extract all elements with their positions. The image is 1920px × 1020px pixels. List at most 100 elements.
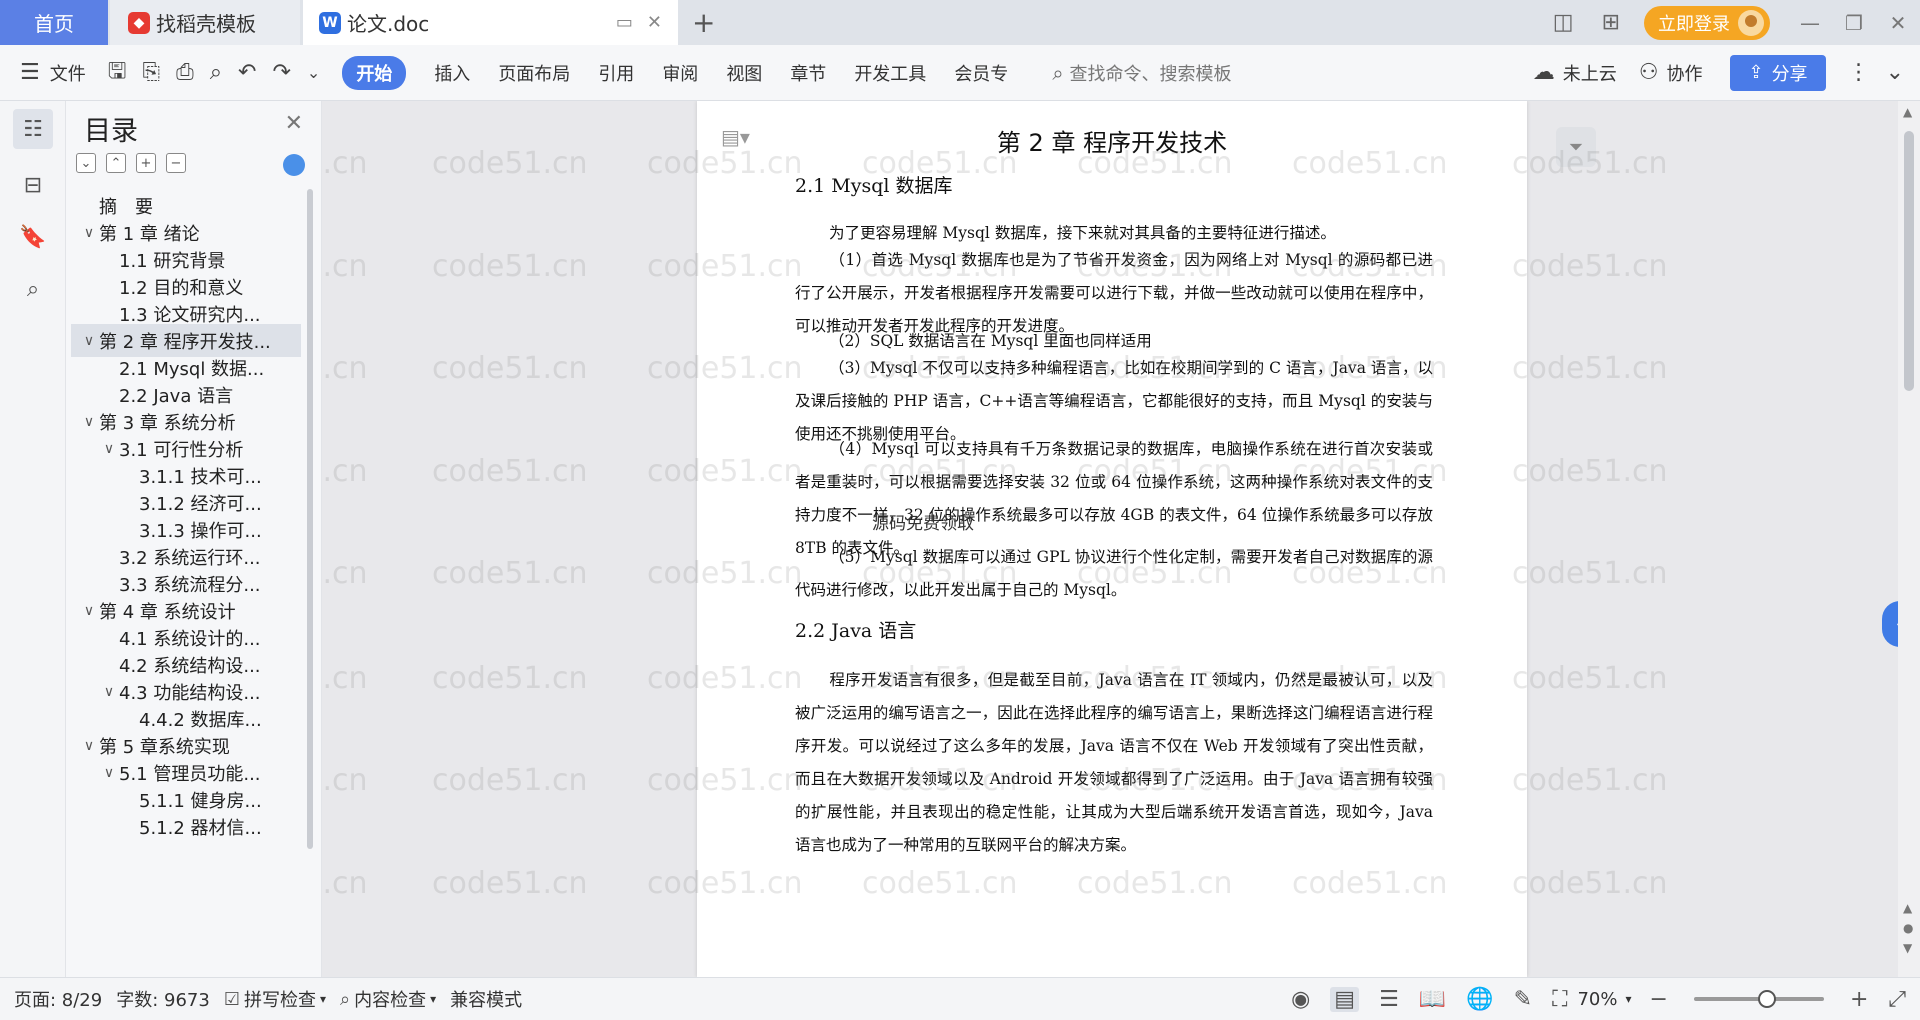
vertical-scrollbar[interactable]: ▲ ▲ ● ▼	[1898, 101, 1920, 977]
restore-icon[interactable]: ❐	[1832, 11, 1876, 35]
redo-icon[interactable]: ↷	[272, 60, 290, 85]
zoom-dropdown-icon[interactable]: ▾	[1625, 992, 1631, 1006]
scroll-thumb[interactable]	[1904, 131, 1914, 391]
fit-page-icon[interactable]: ⛶	[1552, 987, 1567, 1012]
save-icon[interactable]: 🖫	[108, 54, 127, 92]
tab-home[interactable]: 首页	[0, 0, 108, 45]
print-preview-icon[interactable]: ⌕	[210, 60, 222, 85]
login-button[interactable]: 立即登录	[1644, 5, 1770, 40]
file-menu[interactable]: 文件	[50, 60, 86, 86]
chevron-down-icon[interactable]: ∨	[79, 738, 99, 754]
toc-item[interactable]: 5.1.2 器材信...	[71, 810, 301, 843]
chevron-down-icon[interactable]: ∨	[79, 225, 99, 241]
close-window-icon[interactable]: ✕	[1876, 11, 1920, 35]
watermark: code51.cn	[432, 249, 588, 284]
toc-item-label: 第 1 章 绪论	[99, 223, 200, 245]
tab-member[interactable]: 会员专	[954, 60, 1008, 86]
tab-review[interactable]: 审阅	[662, 60, 698, 86]
zoom-slider-knob[interactable]	[1757, 990, 1776, 1008]
undo-icon[interactable]: ↶	[238, 60, 256, 85]
word-count[interactable]: 字数: 9673	[116, 986, 210, 1012]
collab-button[interactable]: 协作	[1666, 60, 1702, 86]
add-heading-icon[interactable]: +	[136, 153, 156, 173]
window-float-icon[interactable]: ▭	[616, 12, 633, 33]
zoom-out-icon[interactable]: −	[1650, 987, 1668, 1012]
next-page-icon[interactable]: ▼	[1903, 941, 1912, 955]
watermark: code51.cn	[322, 351, 368, 386]
tab-view[interactable]: 视图	[726, 60, 762, 86]
find-icon[interactable]: ⌕	[13, 269, 53, 309]
toc-item-label: 2.2 Java 语言	[119, 385, 234, 407]
tab-document[interactable]: W 论文.doc ▭ ✕	[303, 0, 678, 45]
watermark: code51.cn	[1512, 763, 1668, 798]
menu-icon[interactable]: ☰	[20, 60, 40, 85]
remove-heading-icon[interactable]: −	[166, 153, 186, 173]
document-page[interactable]: ▤▾ 第 2 章 程序开发技术 2.1 Mysql 数据库 为了更容易理解 My…	[697, 101, 1527, 977]
watermark: code51.cn	[432, 866, 588, 901]
tab-chapter[interactable]: 章节	[790, 60, 826, 86]
content-check-button[interactable]: ⌕ 内容检查 ▾	[340, 986, 436, 1012]
tab-references[interactable]: 引用	[598, 60, 634, 86]
document-canvas: ▤▾ 第 2 章 程序开发技术 2.1 Mysql 数据库 为了更容易理解 My…	[322, 101, 1898, 977]
page-indicator[interactable]: 页面: 8/29	[14, 986, 102, 1012]
ai-assistant-icon[interactable]	[283, 154, 305, 176]
tab-insert[interactable]: 插入	[434, 60, 470, 86]
cloud-status[interactable]: 未上云	[1563, 60, 1617, 86]
tab-page-layout[interactable]: 页面布局	[498, 60, 570, 86]
filter-icon[interactable]: ⏷	[1556, 127, 1596, 167]
chevron-down-icon[interactable]: ∨	[99, 441, 119, 457]
zoom-slider[interactable]	[1693, 990, 1824, 1008]
print-icon[interactable]: ⎙	[176, 60, 194, 85]
apps-grid-icon[interactable]: ⊞	[1602, 10, 1620, 35]
collapse-ribbon-icon[interactable]: ⌄	[1886, 60, 1904, 85]
wps-writer-icon: W	[319, 11, 341, 34]
zoom-in-icon[interactable]: +	[1850, 987, 1868, 1012]
expand-all-icon[interactable]: ⌄	[76, 153, 96, 173]
collapse-all-icon[interactable]: ⌃	[106, 153, 126, 173]
chevron-down-icon[interactable]: ∨	[79, 414, 99, 430]
quick-access-dropdown-icon[interactable]: ⌄	[307, 63, 320, 82]
watermark: code51.cn	[1512, 866, 1668, 901]
command-search[interactable]: ⌕ 查找命令、搜索模板	[1052, 60, 1332, 86]
outline-view-icon[interactable]: ☰	[1379, 987, 1399, 1012]
fullscreen-icon[interactable]: ⤢	[1888, 987, 1906, 1012]
new-tab-button[interactable]: +	[692, 6, 715, 39]
toc-item-label: 第 3 章 系统分析	[99, 412, 236, 434]
chevron-down-icon[interactable]: ∨	[79, 333, 99, 349]
reading-view-icon[interactable]: 📖	[1419, 987, 1446, 1012]
layout-icon[interactable]: ◫	[1553, 10, 1574, 35]
outline-icon[interactable]: ⊟	[13, 165, 53, 205]
eye-protection-icon[interactable]: ◉	[1291, 987, 1310, 1012]
tab-developer[interactable]: 开发工具	[854, 60, 926, 86]
toc-item-label: 3.1.2 经济可...	[139, 493, 262, 515]
close-icon[interactable]: ✕	[285, 111, 303, 136]
write-mode-icon[interactable]: ✎	[1514, 987, 1532, 1012]
spell-check-button[interactable]: ☑ 拼写检查 ▾	[224, 986, 326, 1012]
tab-start[interactable]: 开始	[342, 55, 407, 90]
toc-item-label: 3.1.1 技术可...	[139, 466, 262, 488]
share-button[interactable]: ⇪ 分享	[1730, 54, 1826, 91]
chevron-down-icon[interactable]: ∨	[79, 603, 99, 619]
web-view-icon[interactable]: 🌐	[1466, 987, 1493, 1012]
toc-item-label: 4.4.2 数据库...	[139, 709, 262, 731]
chevron-left-icon[interactable]: ‹	[1882, 601, 1898, 647]
close-tab-icon[interactable]: ✕	[647, 12, 662, 33]
scroll-up-icon[interactable]: ▲	[1903, 105, 1912, 119]
page-view-icon[interactable]: ▤	[1330, 986, 1360, 1012]
more-icon[interactable]: ⋮	[1848, 60, 1870, 85]
toc-icon[interactable]: ☷	[13, 109, 53, 149]
page-select-icon[interactable]: ●	[1903, 921, 1913, 935]
prev-page-icon[interactable]: ▲	[1903, 901, 1912, 915]
export-pdf-icon[interactable]: ⎘	[142, 60, 160, 85]
toc-item-label: 3.2 系统运行环...	[119, 547, 261, 569]
watermark: code51.cn	[432, 763, 588, 798]
toc-item-label: 4.2 系统结构设...	[119, 655, 261, 677]
chevron-down-icon[interactable]: ∨	[99, 684, 119, 700]
minimize-icon[interactable]: —	[1788, 11, 1832, 35]
bookmark-icon[interactable]: 🔖	[13, 217, 53, 257]
chevron-down-icon[interactable]: ∨	[99, 765, 119, 781]
tab-template[interactable]: ◆ 找稻壳模板	[110, 0, 300, 45]
toc-scrollbar[interactable]	[307, 189, 313, 849]
zoom-level[interactable]: 70%	[1577, 989, 1617, 1010]
watermark: code51.cn	[322, 454, 368, 489]
